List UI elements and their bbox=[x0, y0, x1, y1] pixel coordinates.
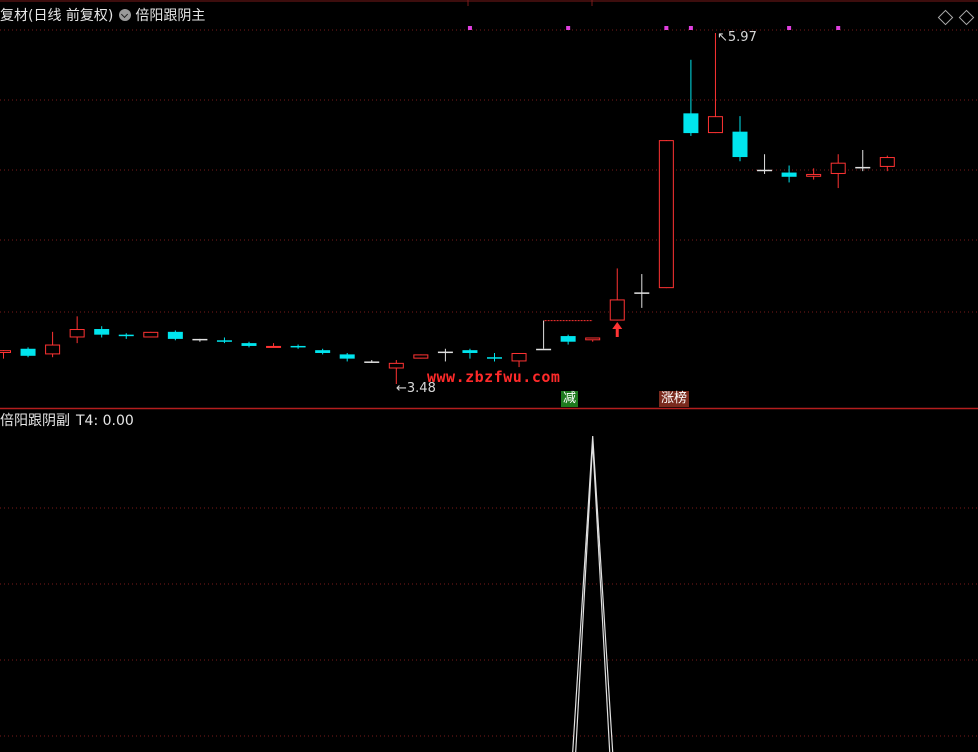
arrow-left-icon: ← bbox=[396, 381, 407, 396]
candle bbox=[511, 352, 527, 368]
candle bbox=[0, 350, 11, 359]
candle-body bbox=[241, 343, 257, 346]
indicator-line-inner bbox=[575, 441, 611, 752]
candle bbox=[437, 348, 453, 362]
candle bbox=[266, 343, 282, 348]
candle-body bbox=[683, 113, 699, 134]
candle-body bbox=[167, 331, 183, 339]
signal-dot bbox=[467, 26, 472, 30]
badge-zhangbang: 涨榜 bbox=[659, 391, 690, 407]
candle-body bbox=[437, 351, 453, 354]
candle bbox=[192, 338, 208, 342]
candle-body bbox=[855, 166, 871, 169]
step-line bbox=[543, 320, 593, 323]
signal-dot bbox=[566, 26, 571, 30]
candle bbox=[241, 341, 257, 348]
chart-stage[interactable]: 复材(日线 前复权) 倍阳跟阴主 倍阳跟阴副 T4: 0.00 ↖5.97 ←3.4… bbox=[0, 0, 978, 752]
candle-body bbox=[315, 350, 331, 353]
arrow-left-icon: ↖ bbox=[717, 30, 728, 45]
candle-body bbox=[45, 344, 61, 355]
candle bbox=[143, 331, 159, 338]
candle bbox=[757, 154, 773, 174]
signal-dot bbox=[787, 26, 792, 30]
candle-body bbox=[413, 354, 429, 359]
candle bbox=[94, 326, 110, 338]
candle-body bbox=[118, 334, 134, 337]
candle bbox=[487, 352, 502, 362]
sub-panel-header: 倍阳跟阴副 T4: 0.00 bbox=[0, 412, 134, 430]
candle bbox=[413, 354, 429, 359]
candle-body bbox=[781, 172, 797, 177]
candle-body bbox=[757, 169, 773, 172]
candle bbox=[462, 348, 478, 359]
candle bbox=[216, 337, 232, 344]
main-indicator-name[interactable]: 倍阳跟阴主 bbox=[135, 8, 205, 24]
candle-body bbox=[192, 338, 208, 341]
candle bbox=[732, 116, 748, 162]
candle-body bbox=[487, 357, 502, 359]
candle bbox=[290, 344, 306, 349]
candle bbox=[20, 347, 36, 358]
candle bbox=[830, 154, 846, 189]
sub-indicator-name[interactable]: 倍阳跟阴副 bbox=[0, 413, 70, 429]
candle-body bbox=[364, 361, 380, 363]
sub-indicator-value: T4: 0.00 bbox=[76, 413, 134, 429]
chevron-down-circle-icon[interactable] bbox=[119, 9, 132, 21]
candle-body bbox=[511, 352, 527, 362]
candle-body bbox=[0, 350, 11, 353]
candle-body bbox=[339, 354, 355, 359]
candle-body bbox=[216, 340, 232, 342]
candle bbox=[707, 33, 723, 134]
candle bbox=[536, 320, 552, 351]
candle-body bbox=[585, 337, 601, 341]
candle bbox=[658, 140, 674, 289]
candle-body bbox=[879, 157, 895, 167]
candle bbox=[315, 348, 331, 355]
candle bbox=[364, 360, 380, 363]
candle-body bbox=[609, 299, 625, 321]
up-arrow-icon bbox=[612, 322, 623, 337]
candle bbox=[855, 150, 871, 172]
candle-body bbox=[658, 140, 674, 289]
candle bbox=[69, 316, 85, 344]
candle bbox=[879, 155, 895, 172]
high-price-label: ↖5.97 bbox=[717, 30, 757, 45]
indicator-panel[interactable] bbox=[572, 435, 614, 752]
main-panel-header: 复材(日线 前复权) 倍阳跟阴主 bbox=[0, 7, 205, 25]
signal-dot bbox=[664, 26, 669, 30]
candle-body bbox=[69, 329, 85, 338]
candle bbox=[634, 274, 650, 308]
candle-body bbox=[806, 173, 822, 177]
candle-body bbox=[143, 331, 159, 338]
candle bbox=[683, 59, 699, 136]
candle-body bbox=[20, 348, 36, 356]
candle bbox=[781, 165, 797, 183]
candle bbox=[45, 331, 61, 358]
candle-body bbox=[830, 162, 846, 174]
candle bbox=[118, 333, 134, 339]
candle-body bbox=[94, 329, 110, 335]
watermark: www.zbzfwu.com bbox=[427, 368, 561, 386]
candle-body bbox=[266, 345, 282, 348]
signal-dot bbox=[836, 26, 841, 30]
candle bbox=[167, 330, 183, 341]
stock-title[interactable]: 复材(日线 前复权) bbox=[0, 8, 113, 24]
candle-body bbox=[536, 348, 552, 351]
candle-body bbox=[388, 362, 404, 369]
candle-body bbox=[634, 292, 650, 294]
candle-body bbox=[462, 350, 478, 353]
candle-body bbox=[732, 131, 748, 158]
candle bbox=[339, 352, 355, 362]
indicator-spike bbox=[572, 435, 614, 752]
price-panel[interactable] bbox=[0, 26, 895, 384]
candle bbox=[609, 268, 625, 321]
candle bbox=[585, 337, 601, 342]
candle-body bbox=[290, 345, 306, 348]
candle-body bbox=[707, 116, 723, 134]
candle-body bbox=[560, 336, 576, 342]
candle bbox=[560, 334, 576, 345]
badge-jian: 减 bbox=[561, 391, 579, 407]
signal-dot bbox=[688, 26, 693, 30]
